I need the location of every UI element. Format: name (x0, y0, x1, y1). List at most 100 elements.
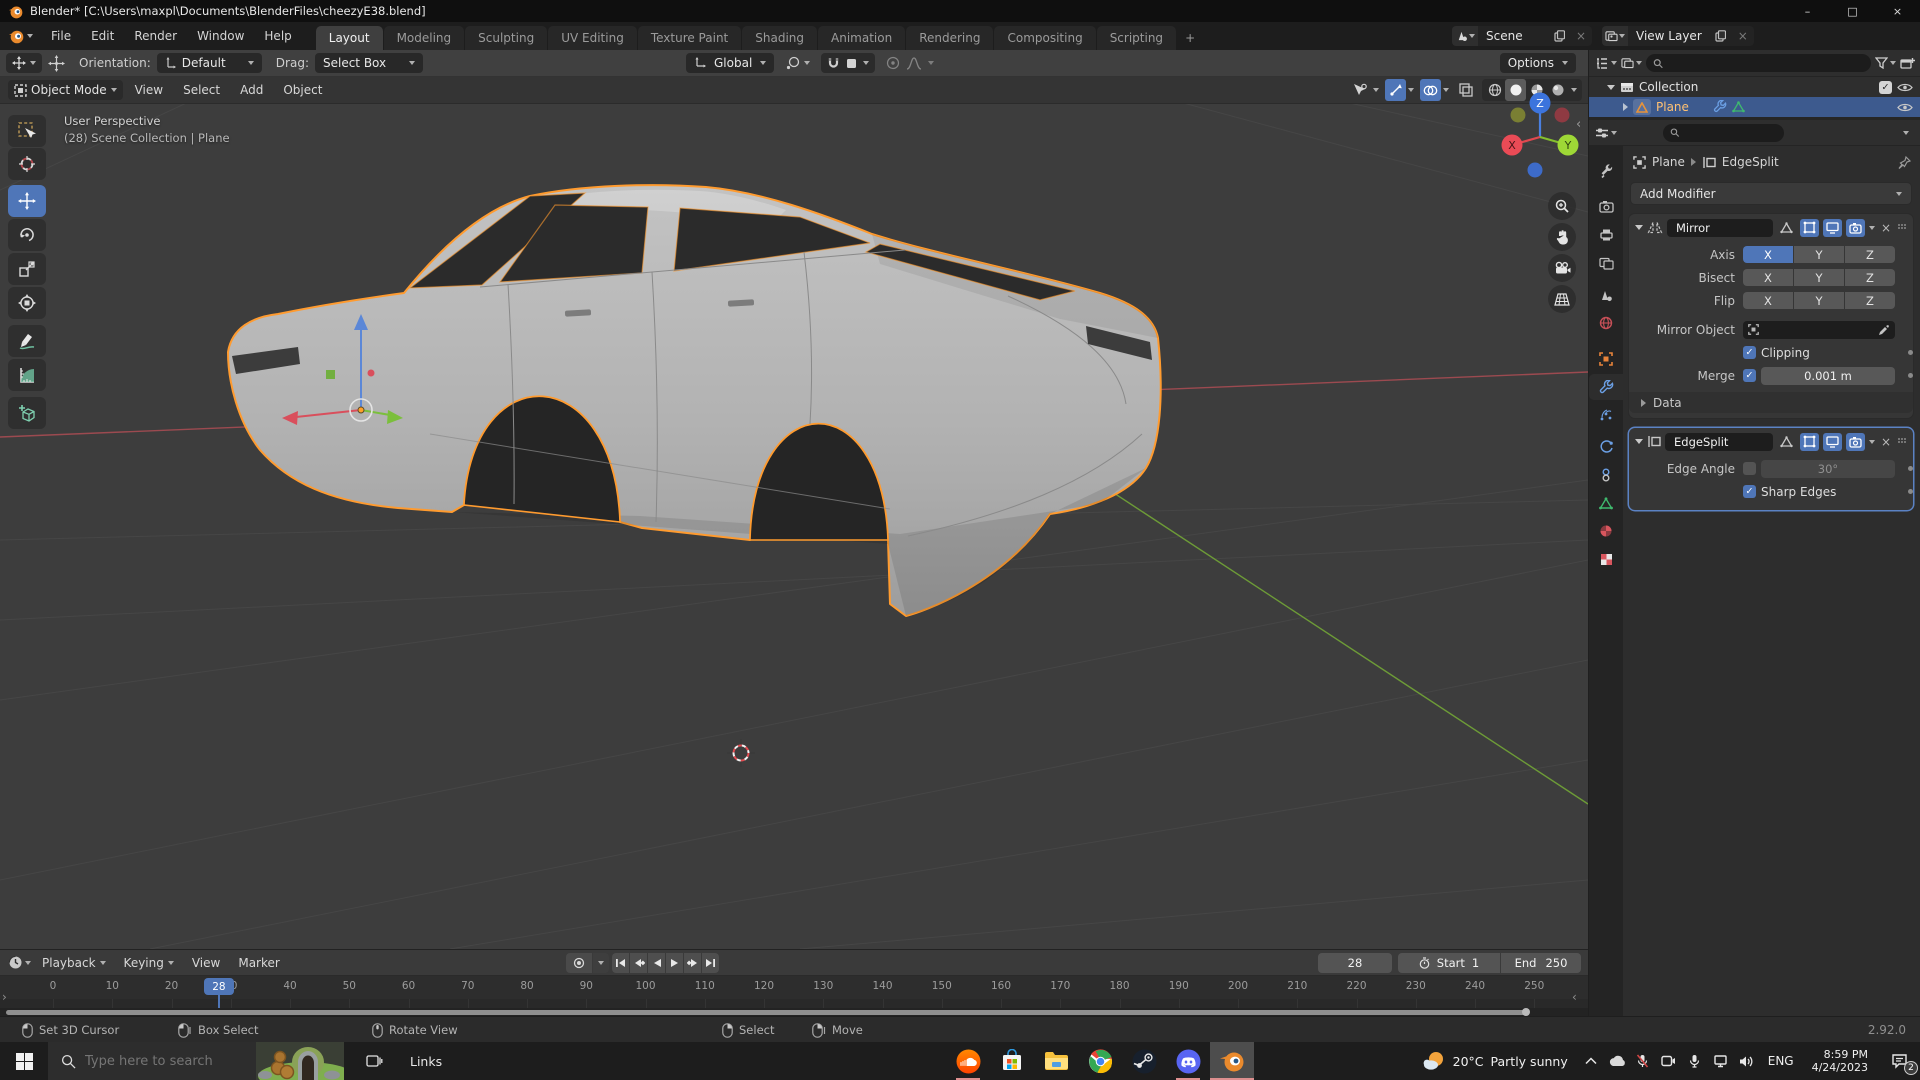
edgesplit-realtime-toggle[interactable] (1823, 433, 1842, 451)
edgesplit-oncage-toggle[interactable] (1777, 433, 1796, 451)
properties-editor-type-button[interactable] (1595, 127, 1617, 139)
notification-center-button[interactable]: 2 (1878, 1042, 1920, 1080)
sharp-edges-checkbox[interactable] (1743, 485, 1756, 498)
viewport-canvas[interactable] (0, 104, 1588, 949)
jump-to-start-button[interactable] (612, 953, 629, 973)
tab-texture[interactable] (1589, 546, 1623, 572)
gizmo-plane-handle-red[interactable] (368, 370, 375, 377)
tab-world[interactable] (1589, 310, 1623, 336)
properties-search-input[interactable] (1685, 126, 1777, 139)
move-gizmo-icon[interactable] (48, 55, 65, 72)
outliner-search[interactable] (1646, 54, 1871, 72)
axis-z-button[interactable]: Z (1845, 246, 1895, 263)
eye-icon[interactable] (1897, 102, 1913, 113)
timeline-menu-view[interactable]: View (185, 956, 227, 970)
axis-x-button[interactable]: X (1743, 246, 1793, 263)
mirror-object-field[interactable] (1743, 321, 1895, 339)
outliner-filter-button[interactable] (1875, 57, 1896, 69)
outliner-search-input[interactable] (1668, 57, 1864, 70)
menu-render[interactable]: Render (124, 29, 187, 43)
viewport-menu-select[interactable]: Select (175, 83, 228, 97)
tab-shading[interactable]: Shading (742, 26, 817, 50)
expand-icon[interactable] (1607, 85, 1615, 90)
mirror-editmode-toggle[interactable] (1800, 219, 1819, 237)
taskbar-app-discord[interactable] (1166, 1042, 1210, 1080)
drag-handle-icon[interactable] (1897, 223, 1907, 233)
taskbar-app-microsoft-store[interactable] (990, 1042, 1034, 1080)
tool-move[interactable] (8, 185, 46, 217)
menu-edit[interactable]: Edit (81, 29, 124, 43)
tab-scripting[interactable]: Scripting (1097, 26, 1176, 50)
breadcrumb-modifier[interactable]: EdgeSplit (1722, 155, 1779, 169)
tab-texture-paint[interactable]: Texture Paint (638, 26, 741, 50)
outliner-editor-type-button[interactable] (1595, 57, 1617, 70)
tool-scale[interactable] (8, 253, 46, 285)
tray-clock[interactable]: 8:59 PM 4/24/2023 (1802, 1048, 1878, 1074)
drag-dropdown[interactable]: Select Box (315, 53, 423, 73)
tool-select-box[interactable] (8, 115, 46, 147)
mirror-oncage-toggle[interactable] (1777, 219, 1796, 237)
options-dropdown[interactable]: Options (1500, 53, 1576, 73)
drag-handle-icon[interactable] (1897, 437, 1907, 447)
view-layer-selector[interactable]: View Layer × (1602, 26, 1754, 46)
add-workspace-button[interactable]: + (1177, 26, 1203, 50)
proportional-edit-group[interactable] (880, 53, 940, 73)
tab-tool[interactable] (1589, 158, 1623, 184)
viewport-menu-object[interactable]: Object (275, 83, 330, 97)
merge-checkbox[interactable] (1743, 369, 1756, 382)
tab-physics[interactable] (1589, 434, 1623, 460)
minimize-button[interactable]: – (1785, 0, 1830, 22)
search-highlight-art[interactable] (256, 1042, 344, 1080)
tab-rendering[interactable]: Rendering (906, 26, 993, 50)
tool-rotate[interactable] (8, 219, 46, 251)
panel-collapse-chevron[interactable]: ‹ (1572, 990, 1577, 1004)
collection-checkbox[interactable]: ✓ (1879, 81, 1892, 94)
edgesplit-editmode-toggle[interactable] (1800, 433, 1819, 451)
sidebar-collapse-chevron[interactable]: ‹ (1576, 117, 1581, 132)
scene-selector[interactable]: Scene × (1452, 26, 1592, 46)
bisect-y-button[interactable]: Y (1794, 269, 1844, 286)
mirror-data-subpanel[interactable]: Data (1629, 392, 1913, 413)
clipping-checkbox[interactable] (1743, 346, 1756, 359)
expand-icon[interactable] (1641, 399, 1646, 407)
delete-modifier-icon[interactable]: × (1879, 435, 1893, 449)
maximize-button[interactable]: □ (1830, 0, 1875, 22)
flip-x-button[interactable]: X (1743, 292, 1793, 309)
tab-view-layer[interactable] (1589, 250, 1623, 276)
blender-menu-button[interactable] (0, 28, 41, 44)
weather-widget[interactable]: 20°C Partly sunny (1412, 1050, 1578, 1072)
eyedropper-icon[interactable] (1878, 324, 1890, 336)
timeline-menu-playback[interactable]: Playback (35, 956, 113, 970)
tray-chevron-up-icon[interactable] (1578, 1042, 1604, 1080)
delete-modifier-icon[interactable]: × (1879, 221, 1893, 235)
links-toolbar-label[interactable]: Links (396, 1054, 456, 1069)
object-visibility-dropdown[interactable] (1350, 79, 1371, 101)
tab-object[interactable] (1589, 346, 1623, 372)
chevron-down-icon[interactable] (1869, 440, 1875, 444)
taskbar-search-box[interactable] (48, 1042, 344, 1080)
bisect-x-button[interactable]: X (1743, 269, 1793, 286)
snap-toggle-group[interactable] (821, 53, 875, 73)
chevron-down-icon[interactable] (1443, 88, 1449, 92)
tray-network-icon[interactable] (1708, 1042, 1734, 1080)
tool-cursor[interactable] (8, 148, 46, 180)
gizmo-plane-handle-green[interactable] (326, 370, 335, 379)
auto-keying-button[interactable] (566, 953, 592, 973)
menu-help[interactable]: Help (254, 29, 301, 43)
overlays-toggle[interactable] (1420, 79, 1441, 101)
tool-measure[interactable] (8, 359, 46, 391)
current-frame-field[interactable]: 28 (1318, 953, 1392, 973)
timeline-scrollbar-cap[interactable] (1522, 1008, 1530, 1016)
tab-compositing[interactable]: Compositing (994, 26, 1095, 50)
timeline-menu-marker[interactable]: Marker (231, 956, 286, 970)
transform-orientation-dropdown[interactable]: Global (686, 53, 774, 73)
tool-transform[interactable] (8, 287, 46, 319)
start-button[interactable] (0, 1042, 48, 1080)
xray-toggle[interactable] (1455, 79, 1476, 101)
animate-dot[interactable] (1908, 466, 1913, 471)
flip-z-button[interactable]: Z (1845, 292, 1895, 309)
viewport-menu-view[interactable]: View (127, 83, 171, 97)
chevron-down-icon[interactable] (1903, 131, 1909, 135)
orientation-dropdown[interactable]: Default (157, 53, 262, 73)
outliner-row-plane[interactable]: Plane (1589, 97, 1920, 117)
